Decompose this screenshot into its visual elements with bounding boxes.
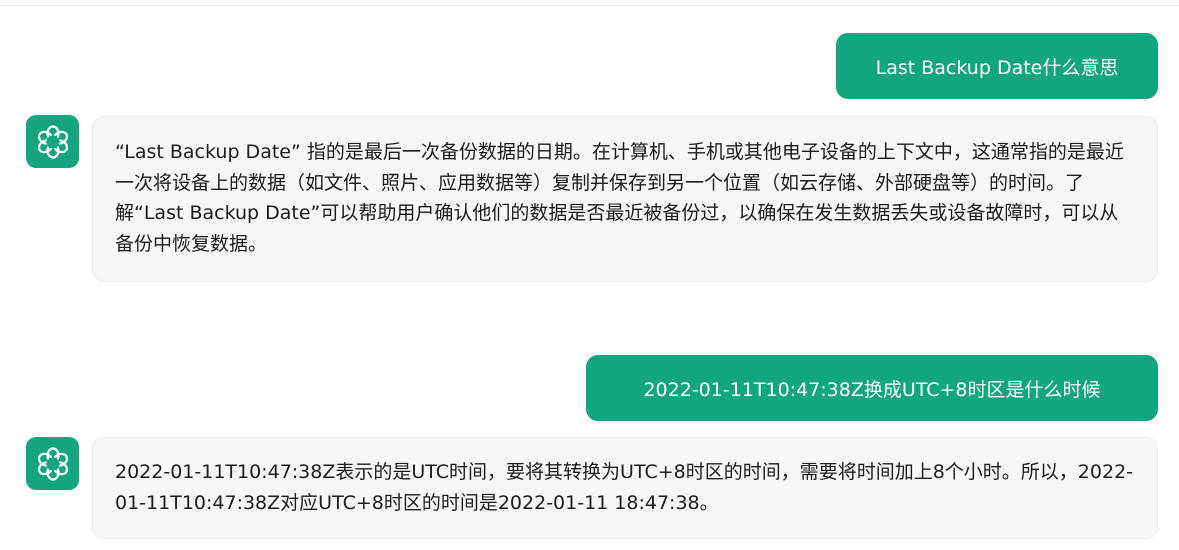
assistant-avatar	[26, 115, 79, 168]
top-divider	[0, 5, 1179, 6]
assistant-avatar	[26, 437, 79, 490]
user-message-bubble: 2022-01-11T10:47:38Z换成UTC+8时区是什么时候	[586, 355, 1158, 421]
assistant-message-text: 2022-01-11T10:47:38Z表示的是UTC时间，要将其转换为UTC+…	[115, 461, 1134, 514]
assistant-message-bubble: 2022-01-11T10:47:38Z表示的是UTC时间，要将其转换为UTC+…	[92, 437, 1158, 539]
user-message-text: Last Backup Date什么意思	[875, 56, 1119, 79]
openai-logo-icon	[37, 124, 68, 159]
user-message-text: 2022-01-11T10:47:38Z换成UTC+8时区是什么时候	[643, 378, 1101, 401]
assistant-message-text: “Last Backup Date” 指的是最后一次备份数据的日期。在计算机、手…	[115, 141, 1124, 255]
openai-logo-icon	[37, 446, 68, 481]
user-message-bubble: Last Backup Date什么意思	[836, 33, 1158, 99]
assistant-message-bubble: “Last Backup Date” 指的是最后一次备份数据的日期。在计算机、手…	[92, 116, 1158, 282]
